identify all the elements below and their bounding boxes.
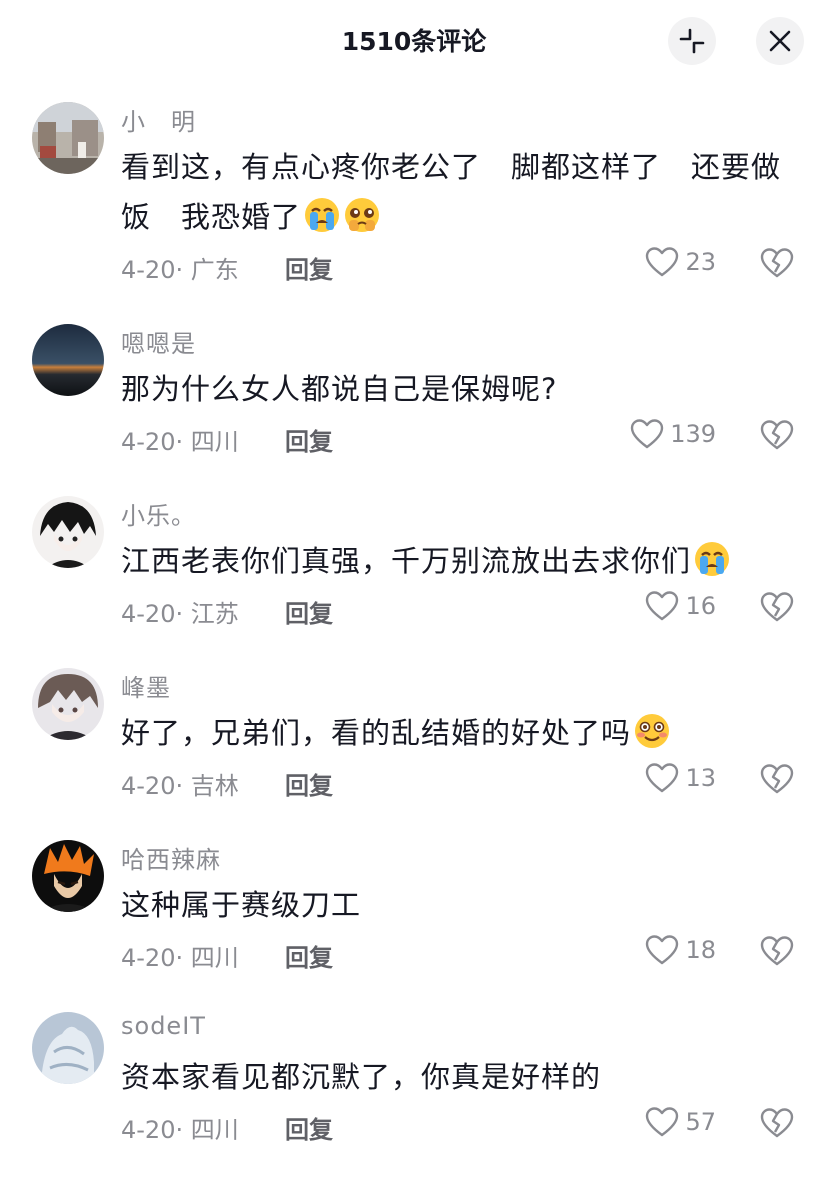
like-button[interactable]: 57 [645,1106,716,1138]
flushed-smile-emoji-icon [635,714,670,748]
comment-text-body: 资本家看见都沉默了，你真是好样的 [121,1060,602,1094]
avatar[interactable] [32,668,104,740]
reply-button[interactable]: 回复 [285,938,333,973]
like-button[interactable]: 13 [645,762,716,794]
reply-button[interactable]: 回复 [285,250,333,285]
avatar[interactable] [32,1012,104,1084]
loudly-crying-emoji-icon [305,198,340,232]
comment-date-location: 4-20· 江苏 [121,600,239,628]
reply-button[interactable]: 回复 [285,766,333,801]
comment-username[interactable]: 嗯嗯是 [121,324,196,359]
heart-icon [646,247,679,277]
dislike-button[interactable] [760,591,794,627]
comment-username[interactable]: 哈西辣麻 [121,840,221,875]
heart-icon [646,1107,679,1137]
avatar[interactable] [32,840,104,912]
reply-button[interactable]: 回复 [285,594,333,629]
like-count: 16 [685,592,716,620]
broken-heart-icon [760,592,794,622]
dislike-button[interactable] [760,1107,794,1143]
comment-date-location: 4-20· 四川 [121,428,239,456]
broken-heart-icon [760,248,794,278]
like-count: 13 [685,764,716,792]
comment-text-body: 江西老表你们真强，千万别流放出去求你们 [121,544,692,578]
heart-icon [646,591,679,621]
heart-icon [630,419,664,449]
reply-button[interactable]: 回复 [285,422,333,457]
dislike-button[interactable] [760,935,794,971]
comment-date-location: 4-20· 吉林 [121,772,239,800]
comment-text: 看到这，有点心疼你老公了 脚都这样了 还要做饭 我恐婚了 [121,142,781,242]
comment-text-body: 看到这，有点心疼你老公了 脚都这样了 还要做饭 我恐婚了 [121,150,782,234]
like-button[interactable]: 139 [630,418,716,450]
like-button[interactable]: 18 [645,934,716,966]
like-count: 23 [685,248,716,276]
like-button[interactable]: 16 [645,590,716,622]
comment-text: 资本家看见都沉默了，你真是好样的 [121,1052,781,1102]
pleading-face-emoji-icon [345,198,380,232]
heart-icon [646,935,679,965]
loudly-crying-emoji-icon [695,542,730,576]
like-count: 18 [685,936,716,964]
comment-username[interactable]: 小乐。 [121,496,196,531]
broken-heart-icon [760,1108,794,1138]
comment-text: 江西老表你们真强，千万别流放出去求你们 [121,536,781,586]
comment-date-location: 4-20· 广东 [121,256,239,284]
collapse-icon [679,28,705,54]
comment-text: 这种属于赛级刀工 [121,880,781,930]
comments-header: 1510条评论 [0,0,828,82]
comment-text-body: 那为什么女人都说自己是保姆呢? [121,372,558,406]
like-count: 57 [685,1108,716,1136]
comment-text-body: 这种属于赛级刀工 [121,888,362,922]
dislike-button[interactable] [760,247,794,283]
broken-heart-icon [760,420,794,450]
broken-heart-icon [760,764,794,794]
comment-username[interactable]: 峰墨 [121,668,171,703]
close-icon [769,30,791,52]
reply-button[interactable]: 回复 [285,1110,333,1145]
comment-date-location: 4-20· 四川 [121,944,239,972]
collapse-button[interactable] [668,17,716,65]
comment-text-body: 好了，兄弟们，看的乱结婚的好处了吗 [121,716,632,750]
avatar[interactable] [32,496,104,568]
dislike-button[interactable] [760,419,794,455]
heart-icon [646,763,679,793]
close-button[interactable] [756,17,804,65]
comment-text: 好了，兄弟们，看的乱结婚的好处了吗 [121,708,781,758]
comment-date-location: 4-20· 四川 [121,1116,239,1144]
avatar[interactable] [32,102,104,174]
comment-text: 那为什么女人都说自己是保姆呢? [121,364,781,414]
comment-username[interactable]: 小 明 [121,102,196,137]
like-button[interactable]: 23 [645,246,716,278]
dislike-button[interactable] [760,763,794,799]
avatar[interactable] [32,324,104,396]
like-count: 139 [670,420,716,448]
comment-username[interactable]: sodeIT [121,1012,206,1040]
broken-heart-icon [760,936,794,966]
